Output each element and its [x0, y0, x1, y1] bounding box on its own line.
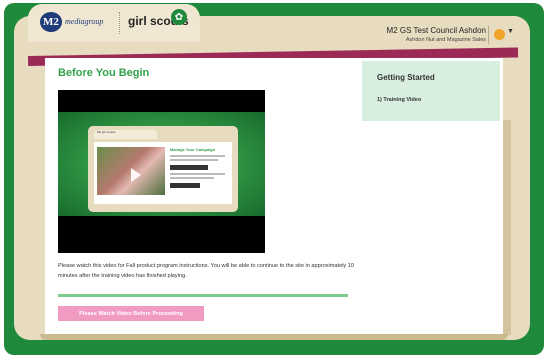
play-icon[interactable] [131, 168, 141, 182]
proceed-button[interactable]: Please Watch Video Before Proceeding [58, 306, 204, 321]
video-preview-text-line [170, 177, 214, 179]
panel-shadow [503, 120, 511, 335]
council-name: M2 GS Test Council Ashdon [386, 26, 486, 35]
getting-started-panel: Getting Started 1) Training Video [362, 61, 500, 121]
video-preview-text-line [170, 155, 225, 157]
video-preview-heading: Manage Your Campaign [170, 147, 216, 152]
video-preview-button [170, 183, 200, 188]
user-avatar-icon[interactable] [494, 29, 505, 40]
chevron-down-icon[interactable]: ▼ [507, 28, 514, 35]
video-preview-text-line [170, 159, 218, 161]
bottom-accent [40, 334, 508, 340]
video-instructions: Please watch this video for Fall product… [58, 263, 355, 279]
video-preview-photo [97, 147, 165, 195]
page-title: Before You Begin [58, 67, 150, 79]
m2-logo: M2 [40, 12, 62, 32]
account-info: M2 GS Test Council Ashdon Ashdon Nut and… [387, 26, 486, 44]
sidebar-title: Getting Started [377, 73, 435, 82]
video-preview-text-line [170, 173, 225, 175]
logo-divider [119, 12, 120, 34]
video-frame: M2 girl scouts Manage Your Campaign [58, 112, 265, 216]
video-preview-logo: M2 girl scouts [94, 130, 157, 139]
training-video-player[interactable]: M2 girl scouts Manage Your Campaign [58, 90, 265, 253]
header-divider [488, 26, 489, 44]
video-preview-content: Manage Your Campaign [94, 142, 232, 204]
sale-subtitle: Ashdon Nut and Magazine Sales [405, 37, 486, 43]
sidebar-item-training-video[interactable]: 1) Training Video [377, 97, 421, 103]
trefoil-icon: ✿ [171, 9, 187, 25]
video-preview-button [170, 165, 208, 170]
video-preview-card: M2 girl scouts Manage Your Campaign [88, 126, 238, 212]
video-progress-bar [58, 294, 348, 297]
mediagroup-logo-text: mediagroup [65, 17, 104, 26]
